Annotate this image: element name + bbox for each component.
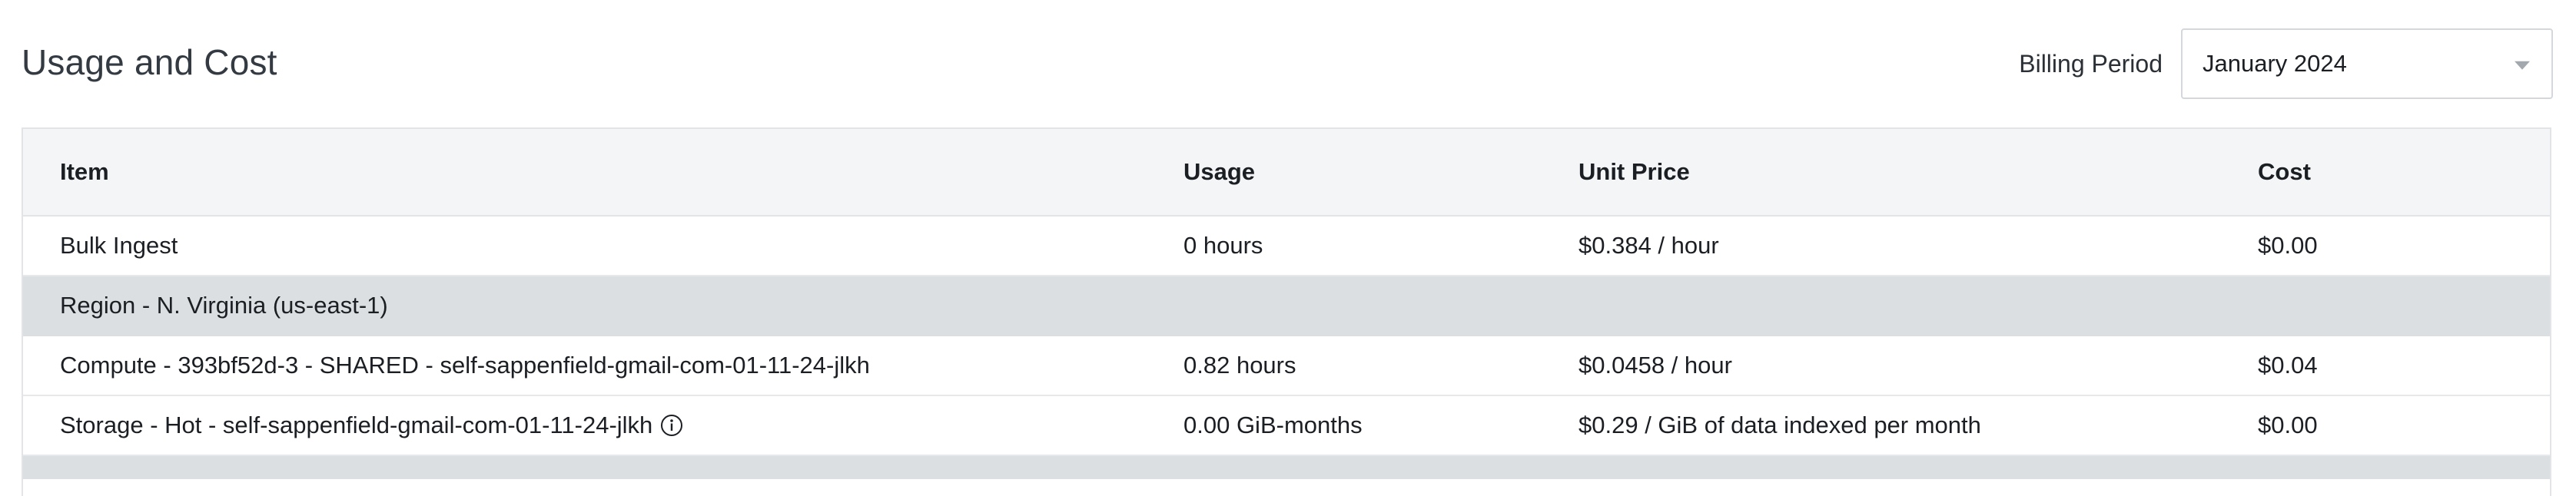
table-row: Bulk Ingest 0 hours $0.384 / hour $0.00 — [23, 216, 2550, 276]
cost-cell: $0.00 — [2258, 216, 2550, 276]
region-label: Region - N. Virginia (us-east-1) — [23, 276, 2550, 336]
column-header-unit-price: Unit Price — [1578, 129, 2258, 217]
usage-table: Item Usage Unit Price Cost Bulk Ingest 0… — [22, 127, 2551, 496]
column-header-item: Item — [23, 129, 1183, 217]
column-header-cost: Cost — [2258, 129, 2550, 217]
billing-period: Billing Period January 2024 — [2019, 28, 2553, 99]
chevron-down-icon — [2515, 61, 2530, 70]
header: Usage and Cost Billing Period January 20… — [22, 0, 2553, 127]
info-icon[interactable] — [660, 414, 683, 437]
region-row — [23, 455, 2550, 479]
usage-cost-page: Usage and Cost Billing Period January 20… — [0, 0, 2576, 496]
cost-cell: $0.04 — [2258, 336, 2550, 396]
item-text: Storage - Hot - self-sappenfield-gmail-c… — [60, 412, 653, 438]
table-row: Storage - Hot - self-sappenfield-gmail-c… — [23, 395, 2550, 456]
item-cell: Compute - 393bf52d-3 - SHARED - self-sap… — [23, 336, 1183, 396]
usage-cell: 0.00 GiB-months — [1183, 395, 1578, 456]
item-cell: Storage - Hot - self-sappenfield-gmail-c… — [23, 395, 1183, 456]
usage-cell: 0.82 hours — [1183, 336, 1578, 396]
billing-period-value: January 2024 — [2203, 50, 2347, 77]
cost-cell: $0.00 — [2258, 395, 2550, 456]
page-title: Usage and Cost — [22, 42, 277, 82]
unit-price-cell: $0.384 / hour — [1578, 216, 2258, 276]
billing-period-select[interactable]: January 2024 — [2181, 28, 2553, 99]
column-header-usage: Usage — [1183, 129, 1578, 217]
unit-price-cell: $0.0458 / hour — [1578, 336, 2258, 396]
usage-cell: 0 hours — [1183, 216, 1578, 276]
table-header-row: Item Usage Unit Price Cost — [23, 129, 2550, 217]
item-cell: Bulk Ingest — [23, 216, 1183, 276]
billing-period-label: Billing Period — [2019, 49, 2163, 78]
unit-price-cell: $0.29 / GiB of data indexed per month — [1578, 395, 2258, 456]
region-row: Region - N. Virginia (us-east-1) — [23, 276, 2550, 336]
table-row: Compute - 393bf52d-3 - SHARED - self-sap… — [23, 336, 2550, 396]
